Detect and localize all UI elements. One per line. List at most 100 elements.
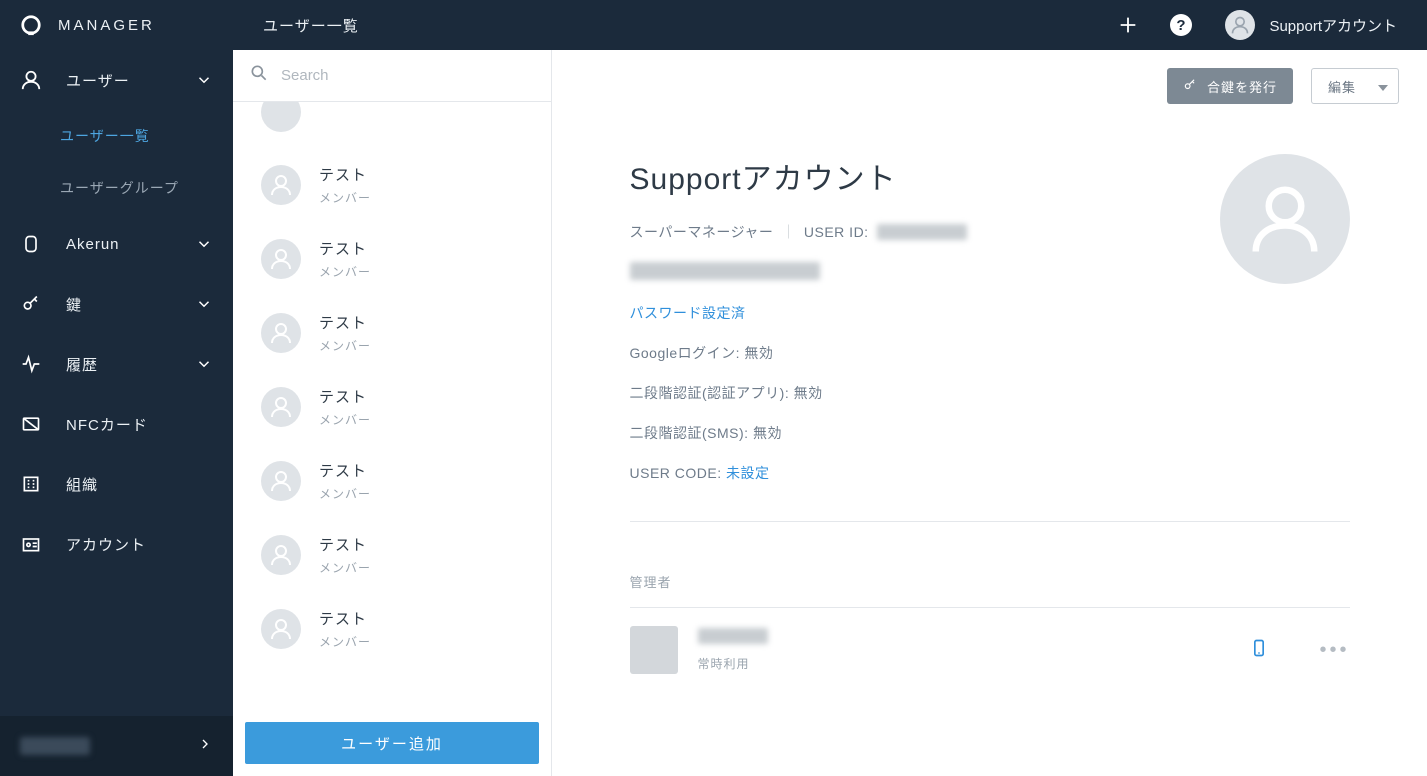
list-item[interactable]: テストメンバー	[233, 222, 551, 296]
user-role: メンバー	[319, 189, 371, 206]
sidebar-item-nfc[interactable]: NFCカード	[0, 394, 233, 454]
user-id-label: USER ID:	[804, 224, 869, 240]
user-detail-panel: 合鍵を発行 編集 Supportアカウント	[552, 50, 1427, 776]
list-item[interactable]: テストメンバー	[233, 370, 551, 444]
page-title: ユーザー一覧	[263, 15, 1094, 36]
list-item[interactable]: テストメンバー	[233, 296, 551, 370]
user-name: テスト	[319, 460, 371, 481]
avatar-icon	[261, 609, 301, 649]
password-status[interactable]: パスワード設定済	[630, 303, 1350, 323]
user-name: テスト	[319, 312, 371, 333]
list-item[interactable]	[233, 102, 551, 148]
nfc-card-icon	[20, 413, 42, 435]
button-label: 合鍵を発行	[1207, 77, 1277, 96]
sidebar-item-label: アカウント	[66, 534, 146, 555]
brand-text: MANAGER	[58, 17, 155, 34]
user-name: テスト	[319, 608, 371, 629]
user-role: メンバー	[319, 633, 371, 650]
user-role: メンバー	[319, 559, 371, 576]
sidebar-item-label: 履歴	[66, 354, 98, 375]
user-name: テスト	[319, 386, 371, 407]
sidebar-item-org[interactable]: 組織	[0, 454, 233, 514]
user-role: スーパーマネージャー	[630, 222, 774, 242]
account-name: Supportアカウント	[1269, 15, 1397, 36]
edit-button[interactable]: 編集	[1311, 68, 1399, 104]
activity-icon	[20, 353, 42, 375]
avatar-icon	[261, 535, 301, 575]
divider	[630, 521, 1350, 522]
user-name: テスト	[319, 238, 371, 259]
email-blurred	[630, 262, 820, 280]
sidebar-item-label: NFCカード	[66, 414, 148, 435]
sidebar-item-label: Akerun	[66, 236, 120, 253]
device-name-blurred	[698, 628, 768, 644]
sidebar-sub-user-list[interactable]: ユーザー一覧	[0, 110, 233, 162]
brand: MANAGER	[0, 0, 233, 50]
user-name: テスト	[319, 534, 371, 555]
list-item[interactable]: テストメンバー	[233, 518, 551, 592]
svg-text:?: ?	[1177, 17, 1186, 34]
avatar-icon	[261, 239, 301, 279]
user-list[interactable]: テストメンバー テストメンバー テストメンバー テストメンバー	[233, 102, 551, 710]
sidebar: MANAGER ユーザー ユーザー一覧 ユーザーグループ Akerun	[0, 0, 233, 776]
avatar-icon	[261, 387, 301, 427]
sidebar-item-label: 組織	[66, 474, 98, 495]
search-icon	[249, 63, 269, 88]
topbar: ユーザー一覧 ? Supportアカウント	[233, 0, 1427, 50]
search-input[interactable]	[281, 67, 535, 84]
button-label: 編集	[1328, 77, 1356, 96]
list-item[interactable]: テストメンバー	[233, 148, 551, 222]
key-icon	[20, 293, 42, 315]
list-item[interactable]: テストメンバー	[233, 592, 551, 666]
door-icon	[20, 233, 42, 255]
dropdown-triangle-icon	[1378, 79, 1388, 94]
avatar-icon	[261, 461, 301, 501]
separator: ｜	[781, 222, 796, 242]
mobile-icon[interactable]	[1249, 638, 1269, 663]
user-code-label: USER CODE:	[630, 465, 727, 481]
user-id-value-blurred	[877, 224, 967, 240]
chevron-down-icon	[195, 71, 213, 89]
avatar-icon	[261, 165, 301, 205]
help-button[interactable]: ?	[1162, 6, 1200, 44]
sidebar-item-label: 鍵	[66, 294, 82, 315]
org-name-blurred	[20, 737, 90, 755]
user-code-value[interactable]: 未設定	[726, 465, 770, 481]
sidebar-item-history[interactable]: 履歴	[0, 334, 233, 394]
key-icon	[1183, 78, 1197, 95]
mfa-app-status: 二段階認証(認証アプリ): 無効	[630, 383, 1350, 403]
issue-key-button[interactable]: 合鍵を発行	[1167, 68, 1293, 104]
add-button[interactable]	[1109, 6, 1147, 44]
avatar-icon	[1225, 10, 1255, 40]
chevron-down-icon	[195, 355, 213, 373]
sidebar-item-key[interactable]: 鍵	[0, 274, 233, 334]
sidebar-footer[interactable]	[0, 716, 233, 776]
list-item[interactable]: テストメンバー	[233, 444, 551, 518]
mfa-sms-status: 二段階認証(SMS): 無効	[630, 423, 1350, 443]
user-role: メンバー	[319, 337, 371, 354]
sidebar-item-user[interactable]: ユーザー	[0, 50, 233, 110]
user-role: メンバー	[319, 411, 371, 428]
sidebar-item-account[interactable]: アカウント	[0, 514, 233, 574]
device-row: 常時利用 •••	[630, 608, 1350, 692]
device-thumbnail	[630, 626, 678, 674]
sidebar-sub-user-group[interactable]: ユーザーグループ	[0, 162, 233, 214]
user-role: メンバー	[319, 485, 371, 502]
id-card-icon	[20, 533, 42, 555]
sidebar-item-akerun[interactable]: Akerun	[0, 214, 233, 274]
user-name: テスト	[319, 164, 371, 185]
section-admin-label: 管理者	[630, 572, 1350, 608]
sidebar-item-label: ユーザー	[66, 70, 130, 91]
user-icon	[20, 69, 42, 91]
account-menu[interactable]: Supportアカウント	[1225, 10, 1397, 40]
avatar-icon	[261, 102, 301, 132]
avatar-icon	[261, 313, 301, 353]
sidebar-nav: ユーザー ユーザー一覧 ユーザーグループ Akerun	[0, 50, 233, 716]
user-role: メンバー	[319, 263, 371, 280]
logo-icon	[20, 14, 42, 36]
device-usage: 常時利用	[698, 655, 768, 672]
chevron-down-icon	[195, 235, 213, 253]
chevron-down-icon	[195, 295, 213, 313]
add-user-button[interactable]: ユーザー追加	[245, 722, 539, 764]
more-menu-icon[interactable]: •••	[1319, 639, 1349, 662]
